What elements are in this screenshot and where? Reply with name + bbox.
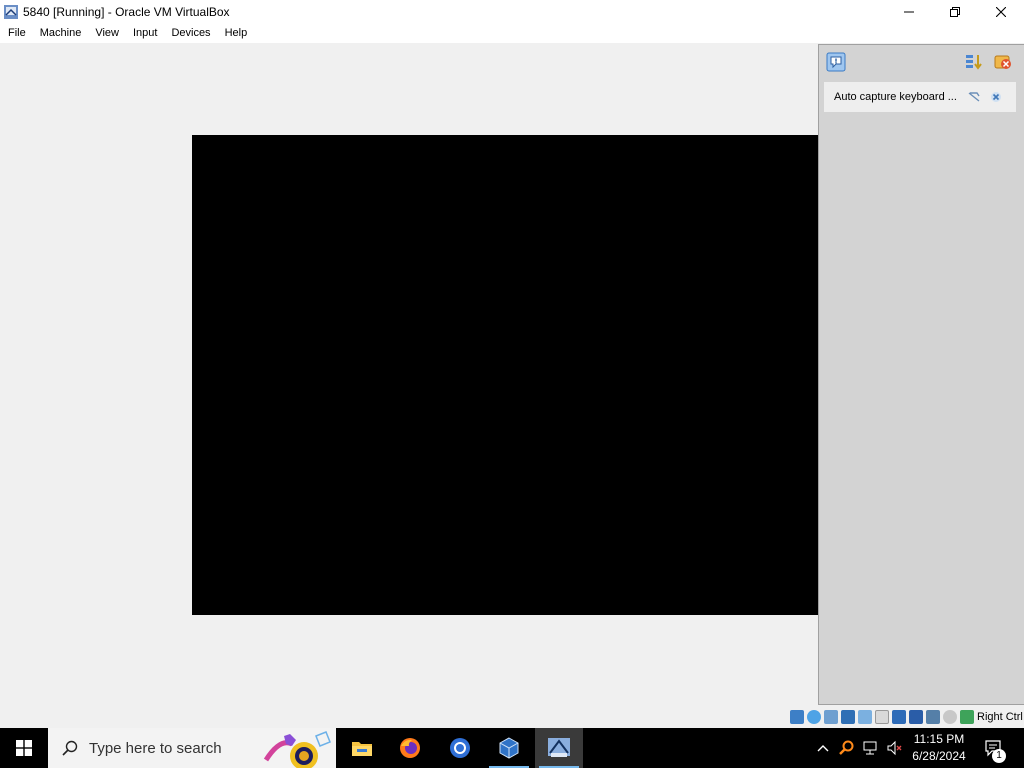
cpu-icon[interactable] (926, 710, 940, 724)
clock-time: 11:15 PM (913, 732, 965, 746)
menu-help[interactable]: Help (218, 23, 255, 43)
menu-input[interactable]: Input (126, 23, 164, 43)
menu-view[interactable]: View (88, 23, 126, 43)
volume-muted-icon[interactable] (886, 740, 902, 756)
shared-folders-icon[interactable] (875, 710, 889, 724)
optical-drive-icon[interactable] (807, 710, 821, 724)
taskbar-virtualbox-vm[interactable] (535, 728, 583, 768)
start-button[interactable] (0, 728, 48, 768)
minimize-button[interactable] (886, 0, 932, 23)
mouse-integration-icon[interactable] (943, 710, 957, 724)
close-icon (996, 6, 1006, 17)
vm-display[interactable] (192, 135, 870, 615)
display-icon[interactable] (892, 710, 906, 724)
virtualbox-vm-icon (3, 4, 19, 20)
taskbar-virtualbox-manager[interactable] (485, 728, 533, 768)
close-button[interactable] (978, 0, 1024, 23)
notification-item[interactable]: Auto capture keyboard ... (824, 82, 1016, 112)
network-icon[interactable] (862, 740, 878, 756)
menu-file[interactable]: File (1, 23, 33, 43)
file-explorer-icon (352, 742, 372, 756)
hard-disk-icon[interactable] (790, 710, 804, 724)
close-icon[interactable] (989, 90, 1003, 104)
clock-date: 6/28/2024 (912, 749, 966, 763)
keyboard-icon[interactable] (960, 710, 974, 724)
notification-count-badge: 1 (992, 749, 1006, 763)
window-title: 5840 [Running] - Oracle VM VirtualBox (23, 4, 230, 19)
windows-logo-icon (16, 740, 32, 756)
virtualbox-vm-icon (548, 738, 570, 757)
recording-icon[interactable] (909, 710, 923, 724)
audio-icon[interactable] (824, 710, 838, 724)
notification-center-icon[interactable] (826, 52, 846, 72)
taskbar: Type here to search 11:15 PM 6/28/2024 1 (0, 728, 1024, 768)
menu-machine[interactable]: Machine (33, 23, 89, 43)
taskbar-file-explorer[interactable] (338, 728, 386, 768)
search-tool-icon[interactable] (838, 740, 854, 756)
firefox-icon (400, 738, 420, 758)
taskbar-firefox[interactable] (386, 728, 434, 768)
title-bar[interactable]: 5840 [Running] - Oracle VM VirtualBox (0, 0, 1024, 23)
search-icon (62, 740, 78, 756)
search-highlight-icon (260, 730, 336, 768)
network-icon[interactable] (841, 710, 855, 724)
taskbar-clock[interactable]: 11:15 PM 6/28/2024 (902, 731, 976, 765)
status-bar: Right Ctrl (0, 707, 1024, 728)
notification-center-panel: Auto capture keyboard ... (818, 44, 1024, 705)
host-key-label: Right Ctrl (977, 711, 1023, 723)
taskbar-chrome[interactable] (436, 728, 484, 768)
search-placeholder: Type here to search (89, 739, 222, 757)
toggle-off-icon[interactable] (967, 90, 981, 104)
virtualbox-manager-icon (499, 737, 519, 759)
sort-icon[interactable] (964, 52, 984, 72)
minimize-icon (904, 11, 914, 12)
taskbar-search[interactable]: Type here to search (48, 728, 336, 768)
restore-icon (950, 6, 960, 17)
restore-button[interactable] (932, 0, 978, 23)
chevron-up-icon[interactable] (815, 740, 831, 756)
usb-icon[interactable] (858, 710, 872, 724)
dismiss-all-icon[interactable] (993, 52, 1013, 72)
menu-bar: File Machine View Input Devices Help (0, 23, 1024, 43)
menu-devices[interactable]: Devices (164, 23, 217, 43)
notification-text: Auto capture keyboard ... (834, 91, 957, 103)
chrome-icon (450, 738, 470, 758)
